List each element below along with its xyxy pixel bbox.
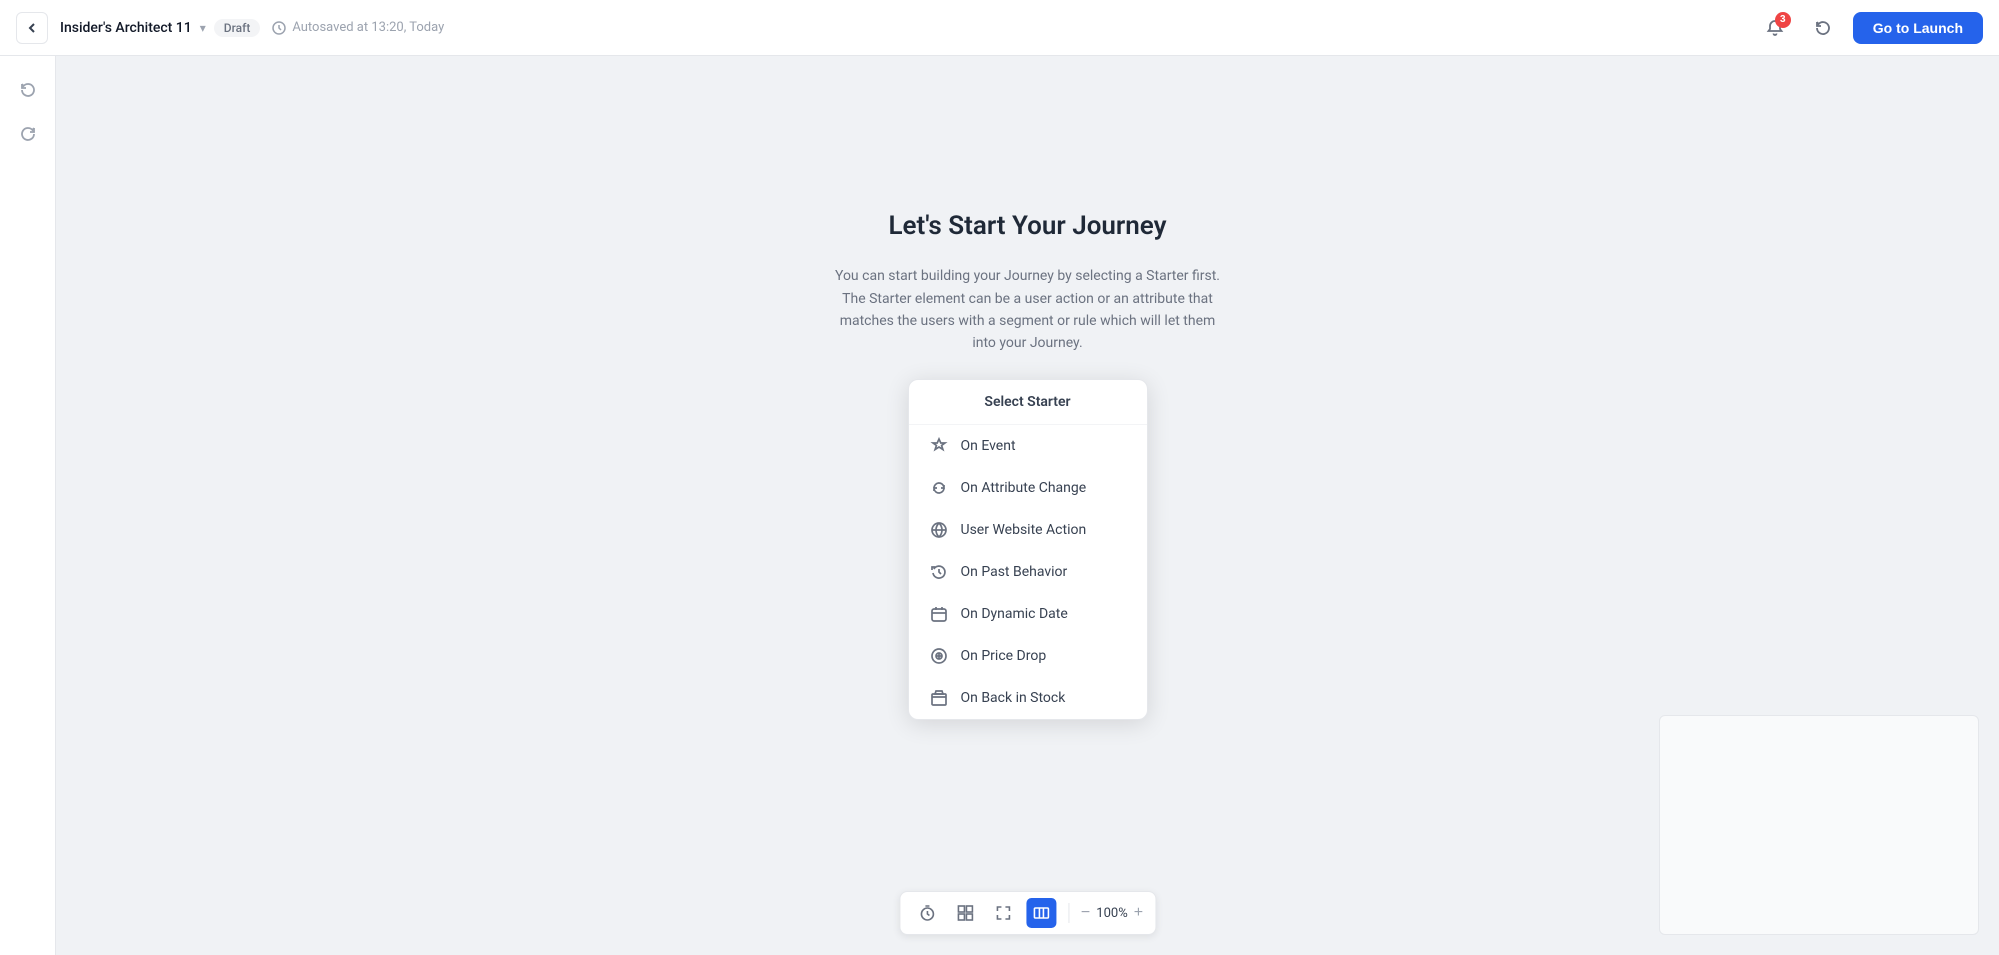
bottom-toolbar: − 100% + (899, 891, 1156, 935)
undo-icon (1814, 19, 1832, 37)
top-navigation: Insider's Architect 11 ▾ Draft Autosaved… (0, 0, 1999, 56)
nav-title-area: Insider's Architect 11 ▾ Draft (60, 19, 260, 37)
autosaved-text: Autosaved at 13:20, Today (292, 20, 444, 35)
draft-badge: Draft (214, 19, 261, 37)
main-canvas: Let's Start Your Journey You can start b… (56, 56, 1999, 955)
zoom-level: 100% (1096, 906, 1127, 921)
redo-button[interactable] (10, 116, 46, 152)
menu-item-on-dynamic-date[interactable]: On Dynamic Date (909, 593, 1147, 635)
fit-tool-button[interactable] (988, 898, 1018, 928)
website-action-icon (929, 520, 949, 540)
timer-icon (919, 905, 935, 921)
nav-chevron-icon: ▾ (200, 21, 206, 35)
menu-item-user-website-action[interactable]: User Website Action (909, 509, 1147, 551)
undo-sidebar-icon (19, 81, 37, 99)
left-sidebar (0, 56, 56, 955)
dynamic-date-icon (929, 604, 949, 624)
starter-dropdown: Select Starter On Event (908, 379, 1148, 720)
undo-button[interactable] (10, 72, 46, 108)
user-website-action-label: User Website Action (961, 522, 1087, 538)
menu-item-on-back-in-stock[interactable]: On Back in Stock (909, 677, 1147, 719)
notifications-button[interactable]: 3 (1757, 10, 1793, 46)
on-dynamic-date-label: On Dynamic Date (961, 606, 1068, 622)
map-icon (1033, 905, 1049, 921)
page-description: You can start building your Journey by s… (828, 265, 1228, 355)
nav-title: Insider's Architect 11 (60, 20, 192, 36)
mini-map-panel (1659, 715, 1979, 935)
undo-nav-button[interactable] (1805, 10, 1841, 46)
zoom-in-button[interactable]: + (1134, 905, 1143, 921)
past-behavior-icon (929, 562, 949, 582)
autosaved-area: Autosaved at 13:20, Today (272, 20, 444, 35)
center-content: Let's Start Your Journey You can start b… (828, 211, 1228, 720)
menu-item-on-price-drop[interactable]: On Price Drop (909, 635, 1147, 677)
page-title: Let's Start Your Journey (888, 211, 1166, 241)
grid-tool-button[interactable] (950, 898, 980, 928)
on-price-drop-label: On Price Drop (961, 648, 1047, 664)
on-attribute-change-label: On Attribute Change (961, 480, 1087, 496)
history-icon (272, 21, 286, 35)
zoom-control: − 100% + (1081, 905, 1143, 921)
go-to-launch-button[interactable]: Go to Launch (1853, 12, 1983, 44)
menu-item-on-event[interactable]: On Event (909, 425, 1147, 467)
dropdown-header: Select Starter (909, 380, 1147, 425)
zoom-out-button[interactable]: − (1081, 905, 1090, 921)
attribute-change-icon (929, 478, 949, 498)
map-tool-button[interactable] (1026, 898, 1056, 928)
toolbar-divider (1068, 903, 1069, 923)
grid-icon (957, 905, 973, 921)
notification-badge: 3 (1775, 12, 1791, 28)
on-back-in-stock-label: On Back in Stock (961, 690, 1066, 706)
back-in-stock-icon (929, 688, 949, 708)
timer-tool-button[interactable] (912, 898, 942, 928)
on-past-behavior-label: On Past Behavior (961, 564, 1068, 580)
redo-sidebar-icon (19, 125, 37, 143)
menu-item-on-past-behavior[interactable]: On Past Behavior (909, 551, 1147, 593)
nav-right-area: 3 Go to Launch (1757, 10, 1983, 46)
on-event-label: On Event (961, 438, 1016, 454)
back-button[interactable] (16, 12, 48, 44)
price-drop-icon (929, 646, 949, 666)
menu-item-on-attribute-change[interactable]: On Attribute Change (909, 467, 1147, 509)
on-event-icon (929, 436, 949, 456)
fit-icon (995, 905, 1011, 921)
